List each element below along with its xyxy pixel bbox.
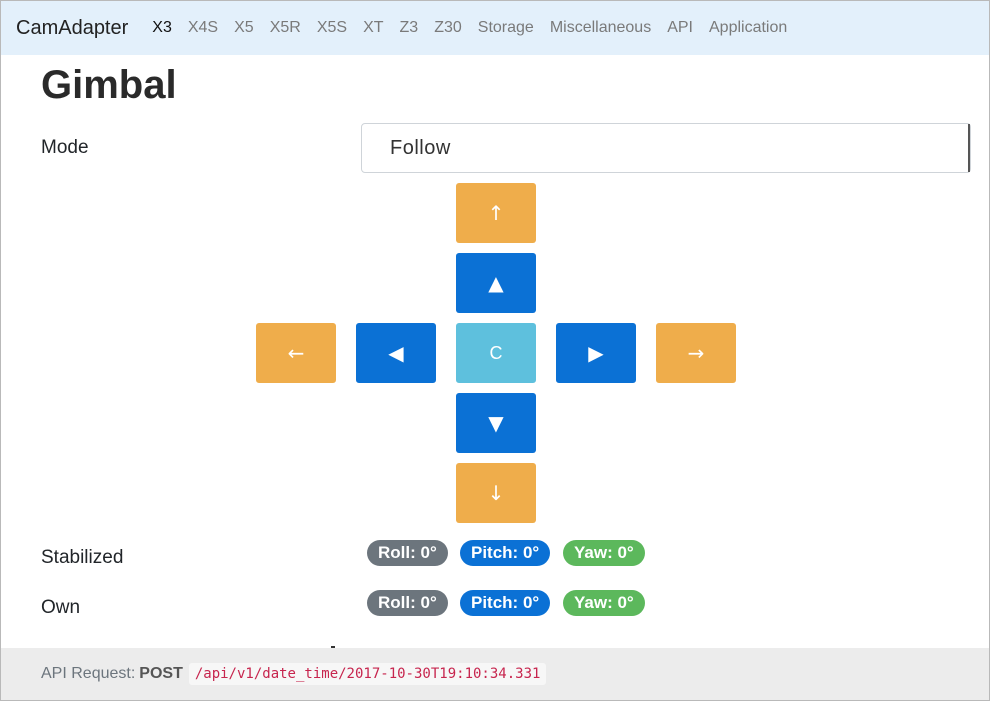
yaw-right-button[interactable]: ▶: [556, 323, 636, 383]
mode-selected-value: Follow: [390, 136, 451, 159]
stabilized-yaw-badge: Yaw: 0°: [563, 540, 645, 566]
nav-item-miscellaneous[interactable]: Miscellaneous: [550, 19, 651, 37]
nav-item-z30[interactable]: Z30: [434, 19, 462, 37]
pitch-up-button[interactable]: ▲: [456, 253, 536, 313]
yaw-left-button[interactable]: ◀: [356, 323, 436, 383]
nav-item-x3[interactable]: X3: [152, 19, 172, 37]
nav-item-storage[interactable]: Storage: [478, 19, 534, 37]
own-label: Own: [41, 597, 81, 618]
pitch-down-button[interactable]: ▼: [456, 393, 536, 453]
nav-item-api[interactable]: API: [667, 19, 693, 37]
stabilized-pitch-badge: Pitch: 0°: [460, 540, 551, 566]
api-request-endpoint: /api/v1/date_time/2017-10-30T19:10:34.33…: [188, 663, 547, 685]
own-roll-badge: Roll: 0°: [367, 590, 448, 616]
brand-logo[interactable]: CamAdapter: [16, 17, 128, 40]
pitch-down-max-button[interactable]: ↓: [456, 463, 536, 523]
stabilized-roll-badge: Roll: 0°: [367, 540, 448, 566]
mode-select[interactable]: Follow: [361, 123, 971, 173]
nav-item-z3[interactable]: Z3: [400, 19, 419, 37]
own-pitch-badge: Pitch: 0°: [460, 590, 551, 616]
nav-item-x5[interactable]: X5: [234, 19, 254, 37]
nav-item-xt[interactable]: XT: [363, 19, 383, 37]
yaw-left-max-button[interactable]: ←: [256, 323, 336, 383]
select-caret-icon: [967, 124, 970, 172]
stabilized-label: Stabilized: [41, 547, 124, 568]
navbar: CamAdapter X3 X4S X5 X5R X5S XT Z3 Z30 S…: [1, 1, 989, 55]
pitch-up-max-button[interactable]: ↑: [456, 183, 536, 243]
nav-item-application[interactable]: Application: [709, 19, 787, 37]
nav-item-x5s[interactable]: X5S: [317, 19, 347, 37]
api-request-prefix: API Request:: [41, 665, 136, 682]
api-request-method: POST: [139, 665, 183, 682]
own-yaw-badge: Yaw: 0°: [563, 590, 645, 616]
nav-item-x5r[interactable]: X5R: [270, 19, 301, 37]
page-title: Gimbal: [41, 63, 177, 107]
yaw-right-max-button[interactable]: →: [656, 323, 736, 383]
nav-item-x4s[interactable]: X4S: [188, 19, 218, 37]
center-button[interactable]: C: [456, 323, 536, 383]
mode-label: Mode: [41, 137, 89, 158]
api-request-footer: API Request: POST /api/v1/date_time/2017…: [1, 648, 989, 700]
